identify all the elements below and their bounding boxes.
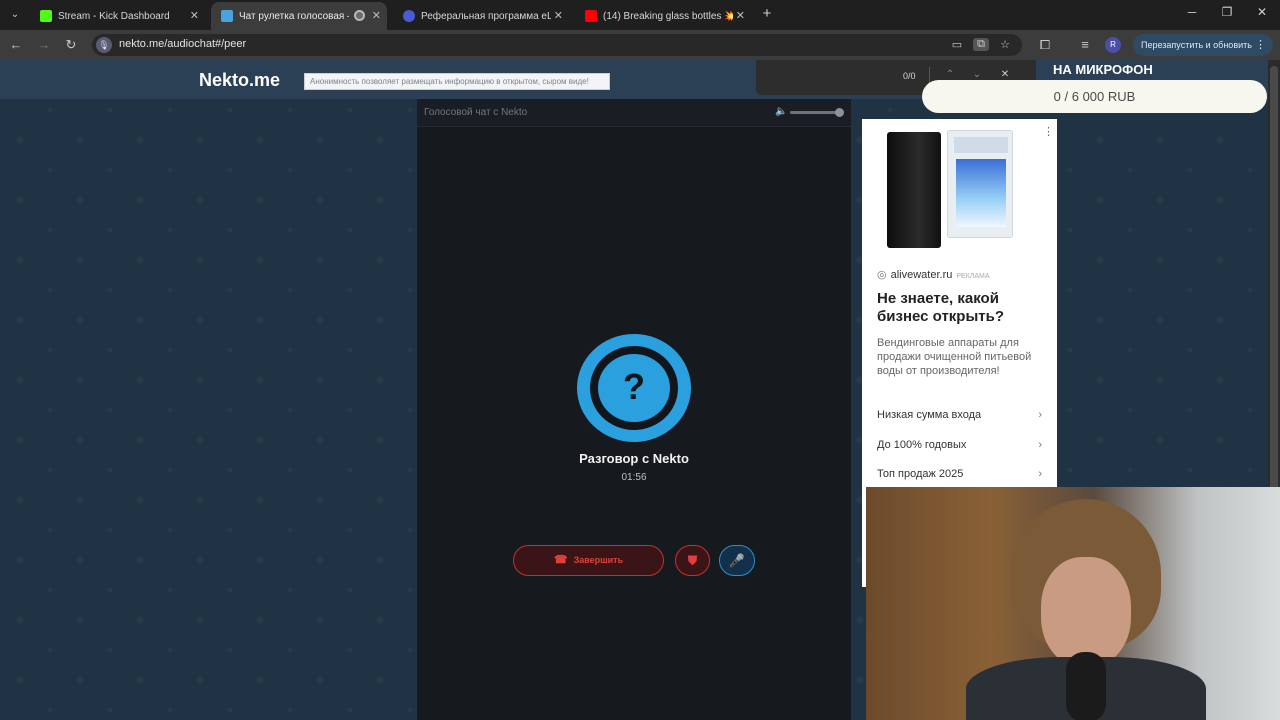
end-call-label: Завершить <box>573 555 624 565</box>
new-tab-button[interactable]: + <box>758 5 776 23</box>
tab-nekto-chat[interactable]: Чат рулетка голосовая — ✕ <box>211 2 387 30</box>
tab-kick-dashboard[interactable]: Stream - Kick Dashboard ✕ <box>30 2 205 30</box>
extensions-icon[interactable]: ⧠ <box>1037 37 1053 53</box>
call-timer: 01:56 <box>621 472 647 483</box>
browser-toolbar: ← → ↻ 🎙 nekto.me/audiochat#/peer ▭ ⧉ ☆ ⧠… <box>0 30 1280 60</box>
close-icon[interactable]: ✕ <box>736 9 745 22</box>
end-call-button[interactable]: ☎ Завершить <box>513 545 664 576</box>
ad-domain[interactable]: ◎ alivewater.ru РЕКЛАМА <box>877 268 990 281</box>
machine-label <box>954 137 1008 153</box>
tab-title: (14) Breaking glass bottles 💥 🔥 <box>603 10 733 22</box>
close-icon[interactable]: ✕ <box>554 9 563 22</box>
browser-tab-bar: ⌄ Stream - Kick Dashboard ✕ Чат рулетка … <box>0 0 1280 30</box>
restore-icon[interactable]: ❐ <box>1217 5 1237 19</box>
close-icon[interactable]: ✕ <box>372 9 381 22</box>
volume-slider[interactable] <box>790 111 840 114</box>
voice-chat-panel: Голосовой чат с Nekto 🔈 ? Разговор с Nek… <box>417 99 851 720</box>
find-icon[interactable]: ⧉ <box>973 38 989 51</box>
microphone-toggle-button[interactable]: 🎤 <box>719 545 755 576</box>
back-icon[interactable]: ← <box>8 37 24 52</box>
find-previous-icon[interactable]: ⌃ <box>943 69 957 80</box>
peer-name: Разговор с Nekto <box>579 451 689 466</box>
window-close-icon[interactable]: ✕ <box>1252 5 1272 19</box>
more-menu-icon[interactable]: ⋮ <box>1255 34 1266 56</box>
ad-image[interactable] <box>887 130 1017 250</box>
tab-search-icon[interactable]: ⌄ <box>6 6 24 24</box>
ad-title[interactable]: Не знаете, какой бизнес открыть? <box>877 290 1047 326</box>
tab-referral-program[interactable]: Реферальная программа eLar ✕ <box>393 2 569 30</box>
chat-title: Голосовой чат с Nekto <box>424 107 528 118</box>
question-mark-icon: ? <box>623 366 645 407</box>
vending-machine-light <box>947 130 1013 238</box>
ad-link[interactable]: Топ продаж 2025 › <box>877 468 1042 480</box>
recording-icon <box>354 10 365 21</box>
volume-icon[interactable]: 🔈 <box>775 106 787 117</box>
close-icon[interactable]: ✕ <box>190 9 199 22</box>
ad-domain-text: alivewater.ru <box>890 269 953 281</box>
relaunch-button[interactable]: Перезапустить и обновить ⋮ <box>1133 34 1273 56</box>
donation-goal-title: НА МИКРОФОН <box>1053 62 1153 77</box>
ad-link-label: Топ продаж 2025 <box>877 468 964 480</box>
chevron-right-icon: › <box>1038 409 1042 421</box>
find-match-count: 0/0 <box>903 71 916 81</box>
streamer-face <box>1041 557 1131 667</box>
elama-icon <box>403 10 415 22</box>
site-microphone-icon[interactable]: 🎙 <box>96 37 112 53</box>
media-control-icon[interactable]: ≡ <box>1077 37 1093 52</box>
profile-avatar[interactable]: R <box>1105 37 1121 53</box>
address-bar[interactable]: 🎙 nekto.me/audiochat#/peer ▭ ⧉ ☆ <box>92 34 1022 56</box>
tab-youtube-video[interactable]: (14) Breaking glass bottles 💥 🔥 ✕ <box>575 2 751 30</box>
ad-tag: РЕКЛАМА <box>956 273 990 280</box>
ad-link[interactable]: До 100% годовых › <box>877 439 1042 451</box>
relaunch-label: Перезапустить и обновить <box>1141 40 1252 50</box>
hangup-phone-icon: ☎ <box>553 554 568 566</box>
reload-icon[interactable]: ↻ <box>63 37 79 53</box>
chevron-right-icon: › <box>1038 439 1042 451</box>
minimize-icon[interactable]: ─ <box>1182 5 1202 19</box>
site-logo[interactable]: Nekto.me <box>199 70 280 91</box>
machine-panel <box>956 159 1006 227</box>
ad-link[interactable]: Низкая сумма входа › <box>877 409 1042 421</box>
ad-text: Вендинговые аппараты для продажи очищенн… <box>877 337 1032 377</box>
report-shield-button[interactable]: ⛊ <box>675 545 710 576</box>
tab-title: Чат рулетка голосовая — <box>239 10 349 22</box>
ad-link-label: Низкая сумма входа <box>877 409 982 421</box>
tab-title: Stream - Kick Dashboard <box>58 10 170 22</box>
shield-icon: ⛊ <box>687 553 698 568</box>
ad-link-label: До 100% годовых <box>877 439 967 451</box>
kick-icon <box>40 10 52 22</box>
find-next-icon[interactable]: ⌄ <box>970 69 984 80</box>
donation-progress-bar: 0 / 6 000 RUB <box>922 80 1267 113</box>
vending-machine-dark <box>887 132 941 248</box>
microphone-icon: 🎤 <box>728 553 746 568</box>
globe-icon: ◎ <box>877 269 887 281</box>
webcam-overlay <box>866 487 1280 720</box>
volume-slider-knob[interactable] <box>835 108 844 117</box>
ad-menu-icon[interactable]: ⋮ <box>1043 125 1054 138</box>
chevron-right-icon: › <box>1038 468 1042 480</box>
studio-microphone <box>1066 652 1106 720</box>
forward-icon[interactable]: → <box>36 37 52 52</box>
bookmark-star-icon[interactable]: ☆ <box>997 38 1013 51</box>
chat-header: Голосовой чат с Nekto 🔈 <box>417 99 851 127</box>
peer-avatar: ? <box>577 334 691 442</box>
anonymity-notice: Анонимность позволяет размещать информац… <box>304 73 610 90</box>
url-text[interactable]: nekto.me/audiochat#/peer <box>119 38 246 50</box>
nekto-icon <box>221 10 233 22</box>
find-close-icon[interactable]: ✕ <box>998 69 1012 80</box>
tab-title: Реферальная программа eLar <box>421 10 551 22</box>
youtube-icon <box>585 10 597 22</box>
cast-icon[interactable]: ▭ <box>949 38 965 51</box>
